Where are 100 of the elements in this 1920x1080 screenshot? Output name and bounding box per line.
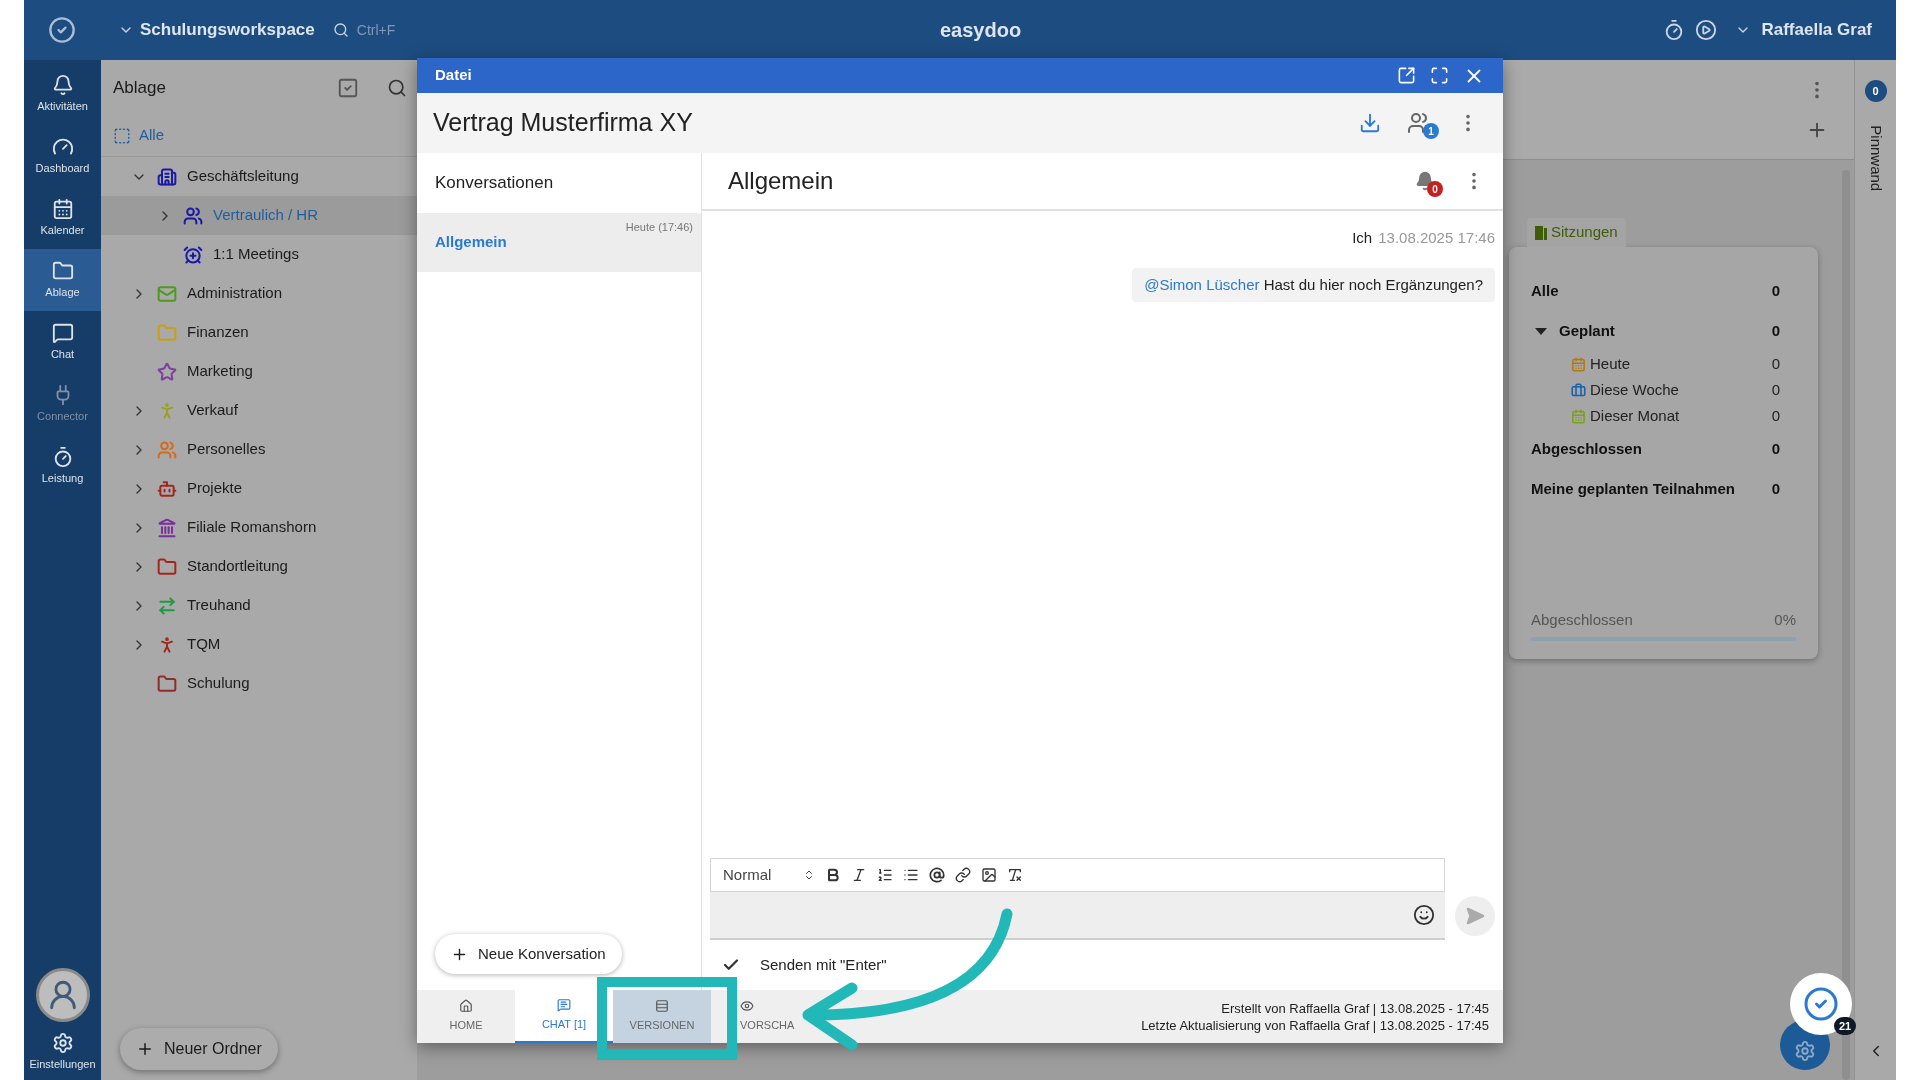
chat-title: Allgemein [728,166,834,196]
message-bubble: @Simon Lüscher Hast du hier noch Ergänzungen? [1132,267,1495,302]
session-count: 0 [1771,379,1780,400]
folder-item[interactable]: Schulung [101,664,417,703]
image-icon[interactable] [981,867,997,883]
folder-name: Vertraulich / HR [213,205,319,226]
pinboard-badge: 0 [1864,80,1887,102]
progress-reading: 0% [1774,609,1796,630]
folder-item[interactable]: Administration [101,274,417,313]
updown-icon [803,869,815,881]
numbered-list-icon[interactable] [877,867,893,883]
nav-item[interactable]: Chat [24,311,101,373]
session-label[interactable]: Abgeschlossen [1531,437,1642,461]
nav-item[interactable]: Dashboard [24,125,101,187]
fullscreen-icon[interactable] [1430,66,1449,85]
session-label[interactable]: Meine geplanten Teilnahmen [1531,477,1735,501]
nav-item[interactable]: Leistung [24,435,101,497]
dialog-title: Datei [435,65,472,86]
open-external-icon[interactable] [1397,66,1416,85]
tab[interactable]: HOME [417,990,515,1043]
link-icon[interactable] [955,867,971,883]
updated-info: Letzte Aktualisierung von Raffaella Graf | 13.08.2025 - 17:45 [1141,1016,1489,1034]
calendar-icon [51,197,74,220]
folder-name: Standortleitung [187,556,288,577]
play-icon[interactable] [1695,19,1718,41]
folder-item[interactable]: Projekte [101,469,417,508]
pinboard-tab[interactable]: Pinnwand [1864,125,1887,192]
list-icon [655,999,669,1014]
folder-item[interactable]: TQM [101,625,417,664]
search-hint: Ctrl+F [356,20,396,40]
conversations-heading: Konversationen [435,172,554,195]
folder-item[interactable]: Filiale Romanshorn [101,508,417,547]
folder-icon [51,259,74,282]
participants-badge: 1 [1423,123,1439,139]
mention-icon[interactable] [929,867,945,883]
check-circle-icon[interactable] [48,16,76,44]
mention-link[interactable]: @Simon Lüscher [1144,275,1260,293]
nav-item[interactable]: Ablage [24,249,101,311]
tab[interactable]: VERSIONEN [613,990,711,1043]
send-icon [1465,906,1486,926]
checkbox-icon[interactable] [337,76,359,99]
session-label[interactable]: Heute [1590,352,1631,376]
emoji-icon[interactable] [1413,904,1436,926]
home-icon [459,999,473,1014]
message-author: Ich [1352,228,1373,248]
progress-label: Abgeschlossen [1531,609,1633,630]
search-icon[interactable] [387,77,407,98]
chat-icon [51,321,74,344]
message-time: 13.08.2025 17:46 [1378,228,1495,248]
folder-item[interactable]: Finanzen [101,313,417,352]
dashed-square-icon [113,126,131,145]
italic-icon[interactable] [851,867,867,883]
app-title: easydoo [940,18,1022,43]
download-icon[interactable] [1359,112,1381,134]
session-count: 0 [1771,280,1780,301]
folder-name: Marketing [187,361,253,382]
created-info: Erstellt von Raffaella Graf | 13.08.2025 - 17:45 [1221,999,1489,1017]
folder-item[interactable]: Marketing [101,352,417,391]
session-label[interactable]: Alle [1531,279,1559,303]
settings-nav-item[interactable]: Einstellungen [24,1031,101,1072]
user-name[interactable]: Raffaella Graf [1761,17,1872,43]
new-folder-button[interactable]: Neuer Ordner [120,1028,278,1070]
folder-item[interactable]: Verkauf [101,391,417,430]
workspace-name[interactable]: Schulungsworkspace [140,17,315,43]
session-count: 0 [1771,353,1780,374]
clear-format-icon[interactable] [1007,867,1023,883]
session-count: 0 [1771,320,1780,341]
folder-name: Projekte [187,478,243,499]
document-title: Vertrag Musterfirma XY [433,107,693,139]
new-conversation-button[interactable]: Neue Konversation [435,934,622,974]
panel-title: Ablage [113,76,166,99]
session-label[interactable]: Diese Woche [1590,378,1679,402]
search-icon[interactable] [332,22,349,38]
tab[interactable]: CHAT [1] [515,990,613,1043]
folder-item[interactable]: Geschäftsleitung [101,157,417,196]
settings-icon [51,1031,74,1054]
folder-name: TQM [187,634,221,655]
bell-icon [51,73,74,96]
folder-item[interactable]: Standortleitung [101,547,417,586]
message-input[interactable] [710,892,1446,940]
folder-item[interactable]: Personelles [101,430,417,469]
tab[interactable]: VORSCHA [711,990,801,1043]
chat-icon [557,998,571,1013]
format-select[interactable]: Normal [723,863,815,887]
folder-name: Treuhand [187,595,251,616]
folder-name: 1:1 Meetings [213,244,299,265]
folder-item[interactable]: 1:1 Meetings [101,235,417,274]
nav-item[interactable]: Aktivitäten [24,63,101,125]
folder-name: Geschäftsleitung [187,166,299,187]
checkbox-label: Senden mit "Enter" [760,954,887,975]
bold-icon[interactable] [825,867,841,883]
folder-name: Finanzen [187,322,249,343]
nav-item[interactable]: Kalender [24,187,101,249]
conversation-item[interactable]: Allgemein Heute (17:46) [417,213,701,272]
triangle-icon[interactable] [1535,327,1547,335]
bullet-list-icon[interactable] [903,867,919,883]
session-label[interactable]: Dieser Monat [1590,404,1680,428]
check-circle-icon [1803,986,1839,1022]
folder-item[interactable]: Treuhand [101,586,417,625]
session-label[interactable]: Geplant [1559,319,1615,343]
